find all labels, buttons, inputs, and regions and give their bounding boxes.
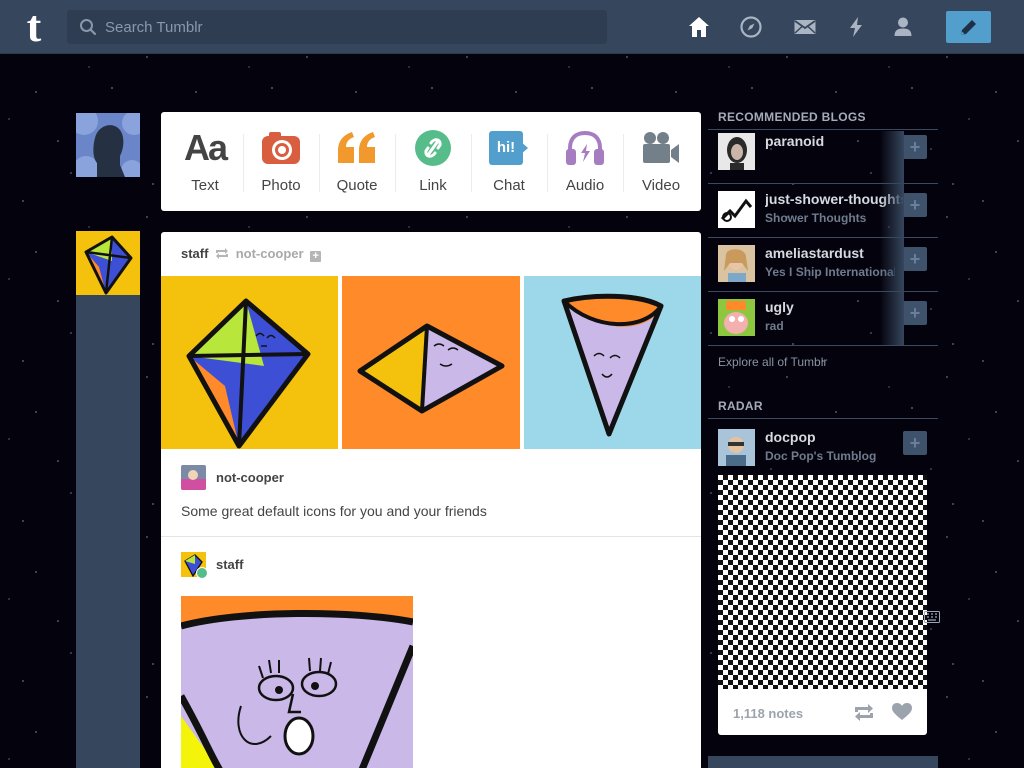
post-type-label: Audio bbox=[565, 177, 605, 194]
radar-title: RADAR bbox=[718, 399, 763, 413]
chat-icon: hi! bbox=[489, 131, 529, 165]
text-icon: Aa bbox=[183, 127, 228, 168]
radar-photo[interactable] bbox=[718, 475, 927, 689]
avatar-image bbox=[718, 245, 755, 282]
pencil-icon bbox=[961, 20, 976, 35]
post-avatar-rail bbox=[76, 231, 140, 768]
activity-icon[interactable] bbox=[844, 15, 868, 39]
post-type-bar: Aa Text Photo Quote Link hi! Chat Audio … bbox=[161, 112, 701, 211]
blog-name[interactable]: docpop bbox=[765, 429, 905, 445]
blog-avatar[interactable] bbox=[718, 429, 755, 466]
post-type-text[interactable]: Aa Text bbox=[167, 127, 243, 200]
divider bbox=[708, 345, 938, 346]
radar-blog-item[interactable]: docpop Doc Pop's Tumblog + bbox=[718, 427, 928, 469]
blog-subtitle: rad bbox=[765, 319, 784, 333]
follow-button[interactable]: + bbox=[903, 431, 927, 455]
blog-avatar[interactable] bbox=[718, 191, 755, 228]
keyboard-shortcuts-icon[interactable] bbox=[924, 611, 940, 623]
reblogged-from[interactable]: not-cooper bbox=[236, 246, 304, 261]
avatar-image bbox=[181, 464, 206, 490]
compose-button[interactable] bbox=[946, 11, 991, 43]
home-icon[interactable] bbox=[687, 15, 711, 39]
tumblr-logo[interactable]: t bbox=[16, 5, 52, 49]
post-type-photo[interactable]: Photo bbox=[243, 128, 319, 200]
post-photo[interactable] bbox=[181, 596, 413, 768]
fade-overlay bbox=[880, 131, 904, 346]
follow-button[interactable]: + bbox=[903, 193, 927, 217]
photo-tile[interactable] bbox=[524, 276, 701, 449]
post-type-link[interactable]: Link bbox=[395, 128, 471, 200]
link-icon bbox=[415, 130, 451, 166]
post-type-audio[interactable]: Audio bbox=[547, 128, 623, 200]
default-avatar-icon bbox=[76, 113, 140, 177]
cone-drawing bbox=[561, 293, 664, 437]
explore-link[interactable]: Explore all of Tumblr bbox=[718, 355, 827, 369]
trail-item: staff bbox=[181, 551, 243, 579]
explore-icon[interactable] bbox=[739, 15, 763, 39]
chat-glyph: hi! bbox=[496, 139, 516, 156]
post-author[interactable]: staff bbox=[181, 246, 208, 261]
post-caption: Some great default icons for you and you… bbox=[181, 503, 487, 519]
post-type-label: Quote bbox=[336, 177, 378, 194]
quote-icon bbox=[338, 132, 375, 163]
notes-count[interactable]: 1,118 notes bbox=[733, 706, 803, 721]
post-type-label: Link bbox=[419, 177, 447, 194]
follow-button[interactable]: + bbox=[903, 135, 927, 159]
reblog-icon[interactable] bbox=[854, 704, 874, 721]
photo-tile[interactable] bbox=[161, 276, 338, 449]
follow-button[interactable]: + bbox=[903, 301, 927, 325]
user-avatar[interactable] bbox=[76, 113, 140, 177]
trail-item: not-cooper bbox=[181, 464, 284, 490]
post-type-label: Text bbox=[191, 177, 219, 194]
avatar-image bbox=[718, 191, 755, 228]
camera-icon bbox=[262, 132, 300, 164]
blog-avatar[interactable] bbox=[718, 133, 755, 170]
post-type-video[interactable]: Video bbox=[623, 128, 699, 200]
search-box[interactable] bbox=[67, 10, 607, 44]
post-type-label: Photo bbox=[261, 177, 301, 194]
cone-closeup-drawing bbox=[181, 596, 413, 768]
kite-avatar-icon bbox=[84, 235, 133, 295]
follow-button[interactable]: + bbox=[903, 247, 927, 271]
blog-subtitle: Doc Pop's Tumblog bbox=[765, 449, 877, 463]
post-type-chat[interactable]: hi! Chat bbox=[471, 128, 547, 200]
search-icon bbox=[80, 19, 97, 36]
account-icon[interactable] bbox=[891, 15, 915, 39]
post-header: staff not-cooper + bbox=[181, 246, 322, 262]
post-type-label: Video bbox=[641, 177, 681, 194]
kite-drawing bbox=[186, 298, 311, 449]
top-bar: t bbox=[0, 0, 1024, 54]
follow-plus-icon[interactable]: + bbox=[310, 251, 322, 262]
heart-icon[interactable] bbox=[892, 703, 912, 721]
avatar-image bbox=[718, 133, 755, 170]
dashboard-post: staff not-cooper + not-cooper Some great… bbox=[161, 232, 701, 768]
search-input[interactable] bbox=[105, 10, 595, 44]
inbox-icon[interactable] bbox=[793, 15, 817, 39]
radar-post: 1,118 notes bbox=[718, 475, 927, 735]
trail-avatar[interactable] bbox=[181, 551, 208, 579]
trail-author[interactable]: not-cooper bbox=[216, 470, 284, 485]
divider bbox=[161, 536, 701, 537]
avatar-image bbox=[718, 299, 755, 336]
recommended-blogs-title: RECOMMENDED BLOGS bbox=[718, 110, 866, 124]
photo-tile[interactable] bbox=[342, 276, 520, 449]
blog-avatar[interactable] bbox=[718, 245, 755, 282]
trail-avatar[interactable] bbox=[181, 464, 206, 490]
headphones-icon bbox=[566, 130, 604, 165]
post-type-quote[interactable]: Quote bbox=[319, 128, 395, 200]
divider bbox=[708, 129, 938, 130]
blog-avatar[interactable] bbox=[76, 231, 140, 295]
video-camera-icon bbox=[643, 132, 679, 163]
blog-avatar[interactable] bbox=[718, 299, 755, 336]
avatar-image bbox=[718, 429, 755, 466]
divider bbox=[708, 418, 938, 419]
reblog-icon bbox=[216, 248, 229, 259]
blog-subtitle: Yes I Ship International bbox=[765, 265, 895, 279]
trail-author[interactable]: staff bbox=[216, 557, 243, 572]
sidebar-footer bbox=[708, 756, 938, 768]
post-type-label: Chat bbox=[493, 177, 525, 194]
blog-subtitle: Shower Thoughts bbox=[765, 211, 867, 225]
reblog-badge-icon bbox=[196, 566, 208, 579]
triangle-drawing bbox=[357, 323, 505, 414]
